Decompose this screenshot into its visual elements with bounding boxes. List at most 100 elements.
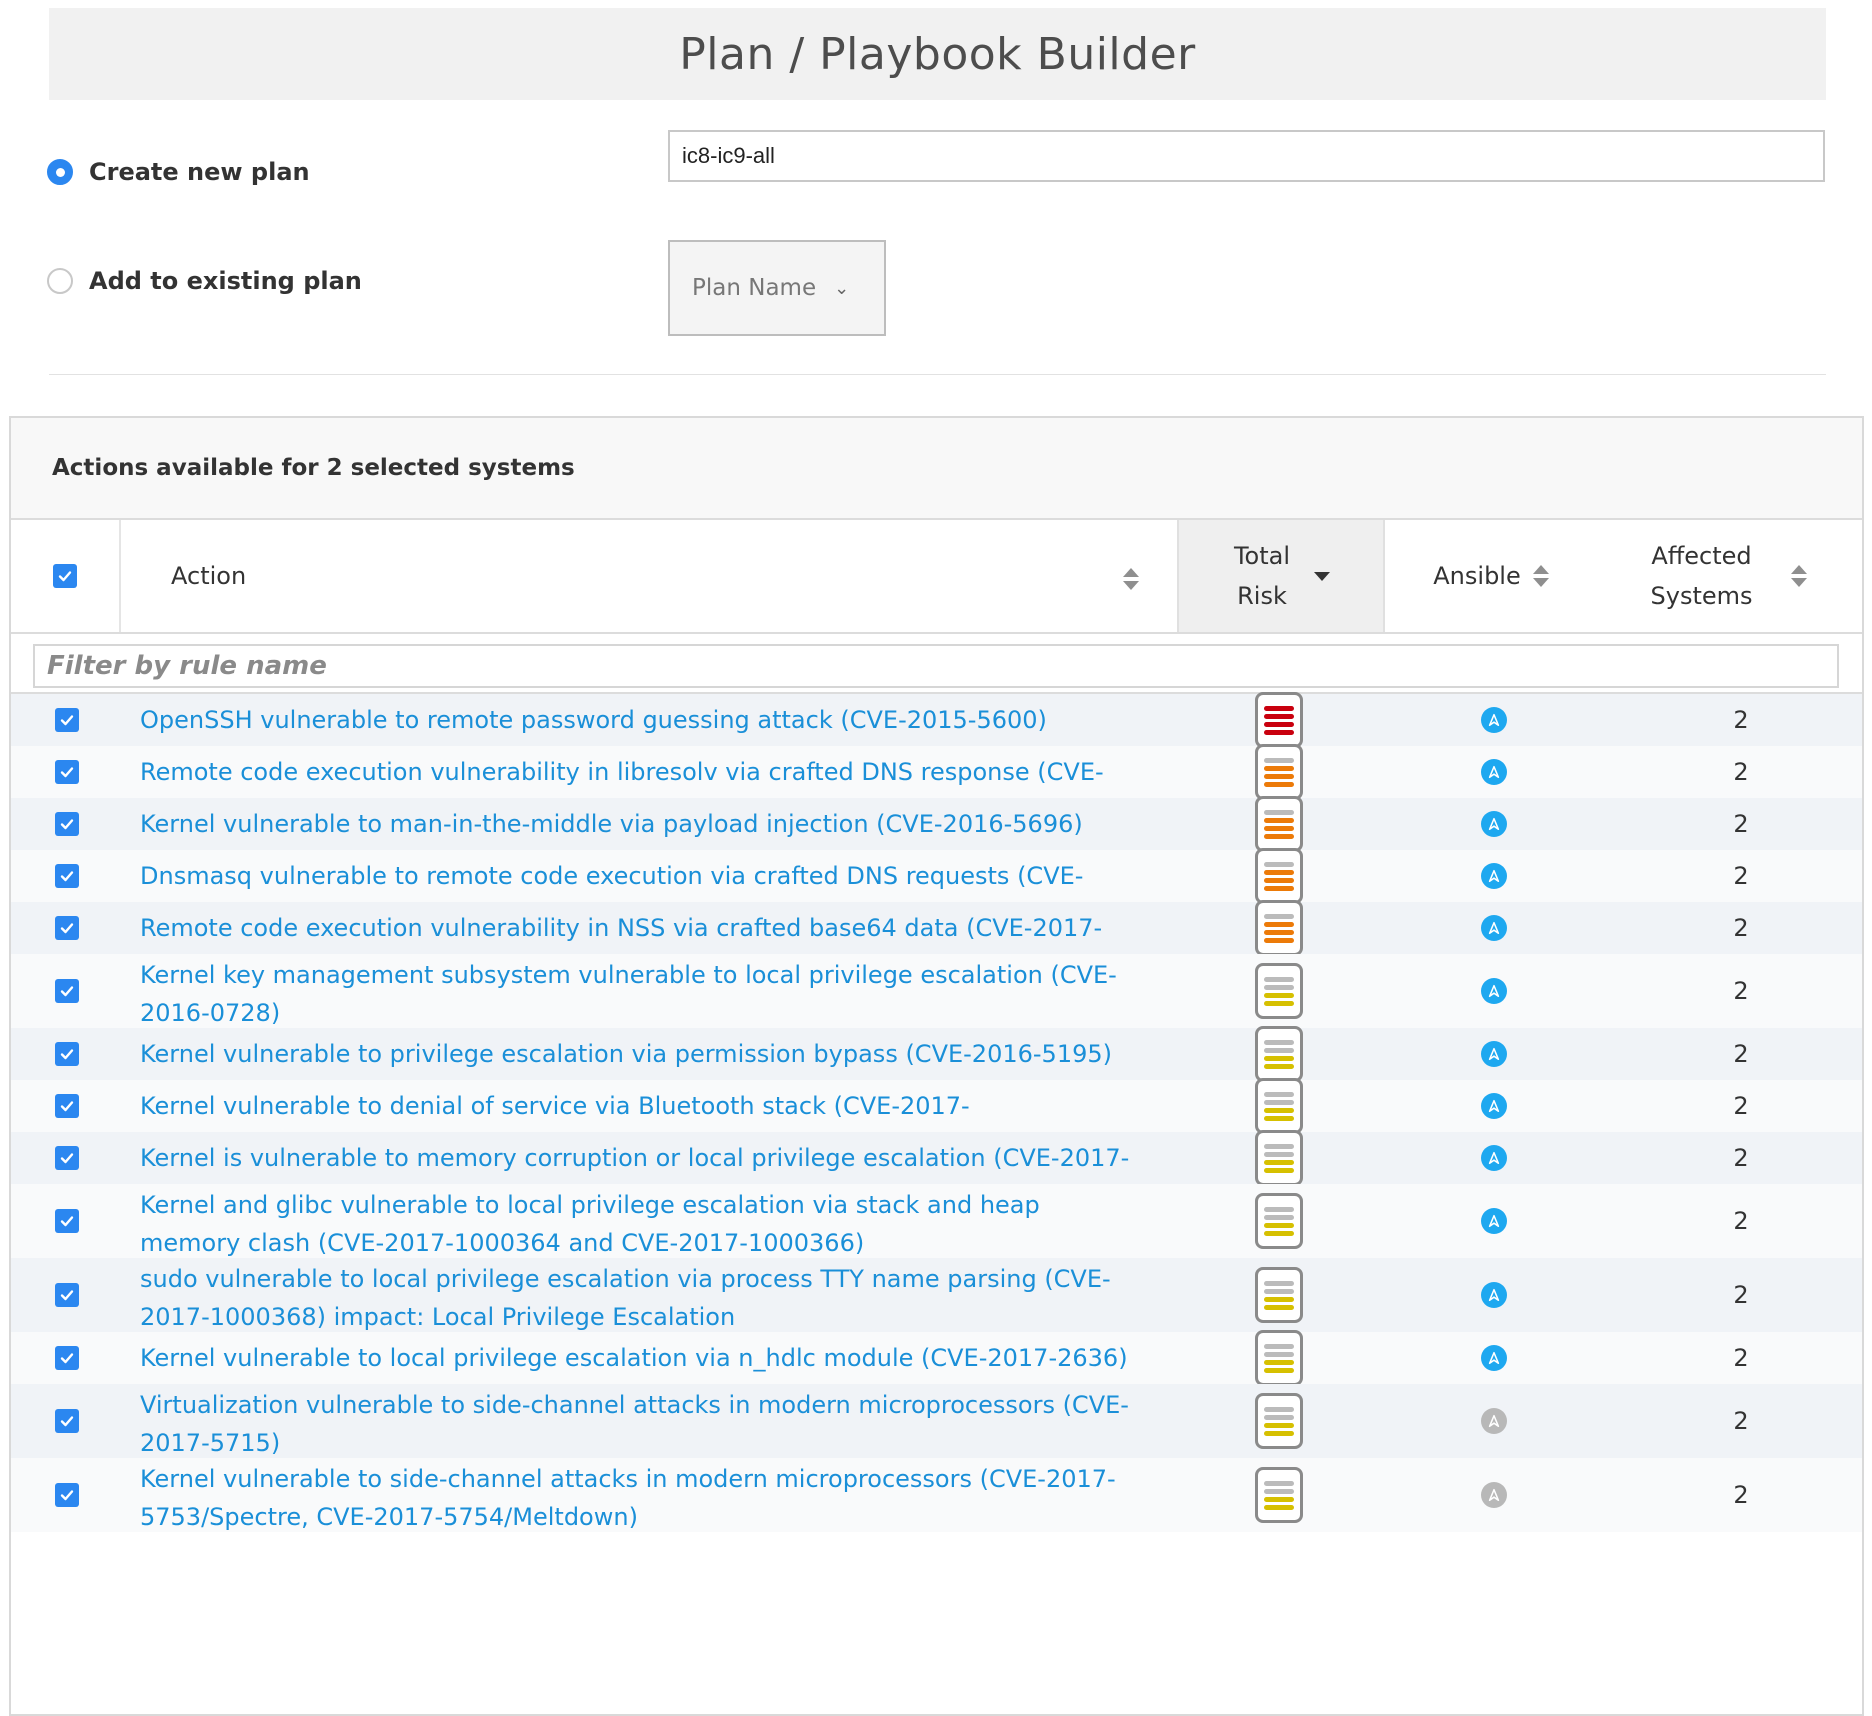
table-row: sudo vulnerable to local privilege escal…: [11, 1258, 1862, 1332]
create-new-plan-radio[interactable]: [47, 159, 73, 185]
affected-systems-count: 2: [1733, 706, 1749, 734]
total-risk-icon: [1255, 1193, 1303, 1249]
table-row: Kernel vulnerable to local privilege esc…: [11, 1330, 1862, 1386]
create-new-plan-label: Create new plan: [89, 158, 310, 186]
table-row: Virtualization vulnerable to side-channe…: [11, 1384, 1862, 1458]
row-checkbox[interactable]: [55, 979, 79, 1003]
add-existing-plan-option[interactable]: Add to existing plan: [47, 267, 362, 295]
row-checkbox[interactable]: [55, 1483, 79, 1507]
table-row: Remote code execution vulnerability in l…: [11, 744, 1862, 824]
column-header-action-label: Action: [171, 562, 247, 590]
total-risk-icon: [1255, 1330, 1303, 1386]
sort-icon[interactable]: [1123, 568, 1139, 590]
action-link[interactable]: Virtualization vulnerable to side-channe…: [140, 1386, 1140, 1462]
affected-systems-count: 2: [1733, 810, 1749, 838]
section-divider: [49, 374, 1826, 375]
ansible-supported-icon: [1481, 978, 1507, 1004]
ansible-supported-icon: [1481, 811, 1507, 837]
existing-plan-select[interactable]: Plan Name ⌄: [668, 240, 886, 336]
add-existing-plan-label: Add to existing plan: [89, 267, 362, 295]
ansible-supported-icon: [1481, 915, 1507, 941]
sort-icon[interactable]: [1790, 565, 1807, 587]
filter-by-rule-name-input[interactable]: [33, 644, 1839, 688]
column-header-total-risk-label: Total Risk: [1233, 542, 1291, 610]
total-risk-icon: [1255, 1393, 1303, 1449]
sort-descending-icon[interactable]: [1314, 571, 1330, 581]
table-row: Kernel key management subsystem vulnerab…: [11, 954, 1862, 1028]
action-link[interactable]: Kernel key management subsystem vulnerab…: [140, 956, 1140, 1032]
ansible-supported-icon: [1481, 1282, 1507, 1308]
select-all-checkbox[interactable]: [53, 564, 77, 588]
row-checkbox[interactable]: [55, 812, 79, 836]
affected-systems-count: 2: [1733, 1207, 1749, 1235]
affected-systems-count: 2: [1733, 1144, 1749, 1172]
actions-table-body: OpenSSH vulnerable to remote password gu…: [11, 692, 1862, 1532]
plan-name-input[interactable]: [668, 130, 1825, 182]
select-all-cell: [11, 520, 121, 632]
ansible-supported-icon: [1481, 707, 1507, 733]
actions-panel: Actions available for 2 selected systems…: [9, 416, 1864, 1716]
row-checkbox[interactable]: [55, 864, 79, 888]
total-risk-icon: [1255, 848, 1303, 904]
table-row: Kernel vulnerable to side-channel attack…: [11, 1458, 1862, 1532]
total-risk-icon: [1255, 963, 1303, 1019]
total-risk-icon: [1255, 1267, 1303, 1323]
column-header-affected-systems[interactable]: Affected Systems: [1591, 520, 1862, 632]
column-header-ansible[interactable]: Ansible: [1391, 520, 1591, 632]
table-row: Kernel vulnerable to privilege escalatio…: [11, 1026, 1862, 1082]
affected-systems-count: 2: [1733, 1481, 1749, 1509]
action-link[interactable]: Kernel vulnerable to privilege escalatio…: [140, 1035, 1140, 1073]
sort-icon[interactable]: [1532, 565, 1549, 587]
ansible-unsupported-icon: [1481, 1408, 1507, 1434]
total-risk-icon: [1255, 796, 1303, 852]
ansible-supported-icon: [1481, 759, 1507, 785]
add-existing-plan-radio[interactable]: [47, 268, 73, 294]
action-link[interactable]: Kernel vulnerable to side-channel attack…: [140, 1460, 1140, 1536]
action-link[interactable]: OpenSSH vulnerable to remote password gu…: [140, 701, 1140, 739]
row-checkbox[interactable]: [55, 708, 79, 732]
column-header-action[interactable]: Action: [123, 520, 1187, 632]
affected-systems-count: 2: [1733, 1344, 1749, 1372]
action-link[interactable]: Kernel and glibc vulnerable to local pri…: [140, 1186, 1140, 1262]
affected-systems-count: 2: [1733, 1281, 1749, 1309]
total-risk-icon: [1255, 1078, 1303, 1134]
affected-systems-count: 2: [1733, 862, 1749, 890]
ansible-unsupported-icon: [1481, 1482, 1507, 1508]
ansible-supported-icon: [1481, 1345, 1507, 1371]
row-checkbox[interactable]: [55, 1209, 79, 1233]
affected-systems-count: 2: [1733, 977, 1749, 1005]
existing-plan-select-value: Plan Name: [692, 275, 817, 301]
total-risk-icon: [1255, 1026, 1303, 1082]
page-header: Plan / Playbook Builder: [49, 8, 1826, 100]
row-checkbox[interactable]: [55, 1409, 79, 1433]
action-link[interactable]: sudo vulnerable to local privilege escal…: [140, 1260, 1140, 1336]
row-checkbox[interactable]: [55, 916, 79, 940]
row-checkbox[interactable]: [55, 1042, 79, 1066]
ansible-supported-icon: [1481, 1145, 1507, 1171]
column-header-affected-systems-label: Affected Systems: [1650, 542, 1753, 610]
page-title: Plan / Playbook Builder: [679, 28, 1196, 80]
ansible-supported-icon: [1481, 1093, 1507, 1119]
affected-systems-count: 2: [1733, 1040, 1749, 1068]
row-checkbox[interactable]: [55, 1283, 79, 1307]
row-checkbox[interactable]: [55, 1346, 79, 1370]
actions-panel-header: Actions available for 2 selected systems: [11, 418, 1862, 520]
ansible-supported-icon: [1481, 1208, 1507, 1234]
ansible-supported-icon: [1481, 863, 1507, 889]
action-link[interactable]: Kernel vulnerable to man-in-the-middle v…: [140, 805, 1140, 843]
row-checkbox[interactable]: [55, 760, 79, 784]
column-header-total-risk[interactable]: Total Risk: [1177, 520, 1385, 632]
row-checkbox[interactable]: [55, 1146, 79, 1170]
table-row: Kernel and glibc vulnerable to local pri…: [11, 1184, 1862, 1258]
action-link[interactable]: Kernel vulnerable to local privilege esc…: [140, 1339, 1140, 1377]
actions-panel-title: Actions available for 2 selected systems: [52, 455, 575, 481]
affected-systems-count: 2: [1733, 1092, 1749, 1120]
row-checkbox[interactable]: [55, 1094, 79, 1118]
total-risk-icon: [1255, 744, 1303, 800]
ansible-supported-icon: [1481, 1041, 1507, 1067]
table-row: Kernel is vulnerable to memory corruptio…: [11, 1130, 1862, 1210]
create-new-plan-option[interactable]: Create new plan: [47, 158, 310, 186]
table-row: OpenSSH vulnerable to remote password gu…: [11, 692, 1862, 748]
chevron-down-icon: ⌄: [834, 277, 850, 299]
total-risk-icon: [1255, 1130, 1303, 1186]
